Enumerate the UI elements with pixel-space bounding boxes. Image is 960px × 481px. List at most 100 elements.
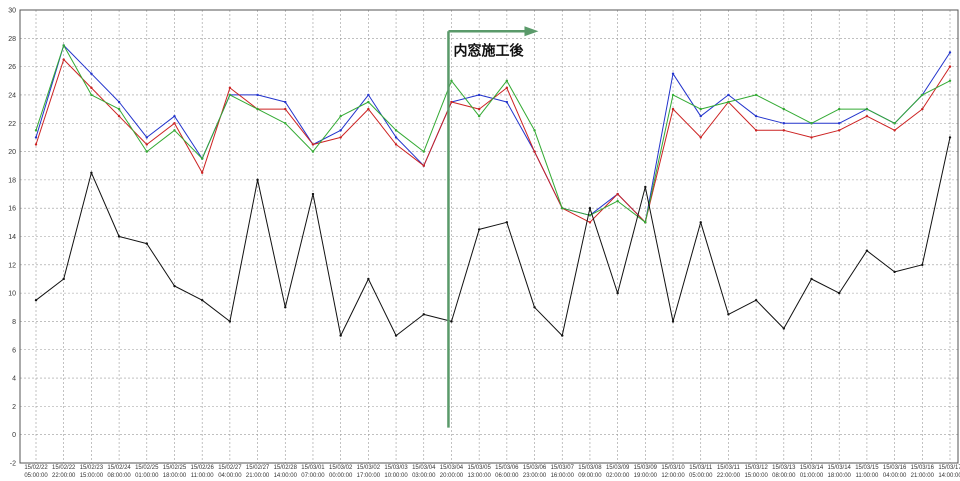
x-tick-label-time: 08:00:00 [772, 473, 796, 479]
x-tick-label-time: 10:00:00 [384, 473, 408, 479]
data-point [90, 171, 93, 174]
data-point [173, 114, 176, 118]
data-point [754, 299, 758, 302]
x-tick-label-date: 15/02/23 [80, 465, 104, 471]
x-tick-label-time: 08:00:00 [107, 473, 131, 479]
x-tick-label-time: 04:00:00 [218, 473, 242, 479]
x-tick-label-time: 14:00:00 [938, 473, 960, 479]
data-point [671, 107, 675, 111]
data-point [865, 249, 869, 252]
data-point [228, 320, 232, 323]
data-point [117, 114, 121, 118]
data-point [228, 93, 232, 97]
data-point [505, 100, 509, 104]
y-tick-label: 2 [12, 404, 16, 411]
x-tick-label-date: 15/03/14 [828, 465, 852, 471]
x-tick-label-time: 06:00:00 [495, 473, 519, 479]
data-point [34, 143, 38, 146]
x-tick-label-date: 15/03/13 [772, 465, 796, 471]
data-point [533, 150, 536, 153]
x-tick-label-date: 15/03/01 [301, 465, 325, 471]
x-tick-label-time: 07:00:00 [301, 473, 325, 479]
data-point [616, 199, 619, 203]
x-tick-label-date: 15/02/25 [135, 465, 159, 471]
data-point [921, 107, 924, 111]
data-point [838, 129, 841, 132]
data-point [948, 136, 952, 139]
data-point [533, 129, 536, 132]
data-point [505, 86, 509, 90]
data-point [173, 122, 176, 125]
data-point [311, 143, 315, 146]
data-point [505, 221, 509, 224]
y-tick-label: 8 [12, 319, 16, 326]
data-point [616, 291, 619, 295]
data-point [561, 334, 564, 337]
x-tick-label-date: 15/02/28 [274, 465, 298, 471]
data-point [34, 136, 38, 139]
data-point [644, 221, 647, 224]
data-point [450, 100, 453, 104]
data-point [533, 306, 536, 309]
data-point [367, 107, 370, 111]
data-point [367, 277, 370, 281]
data-point [394, 143, 398, 146]
data-point [145, 242, 148, 245]
x-tick-label-date: 15/03/09 [606, 465, 630, 471]
data-point [948, 51, 952, 54]
x-tick-label-date: 15/03/14 [800, 465, 824, 471]
data-point [727, 100, 730, 104]
data-point [173, 129, 176, 132]
data-point [948, 65, 952, 68]
data-point [893, 270, 896, 274]
data-point [62, 44, 65, 47]
x-tick-label-date: 15/02/25 [163, 465, 187, 471]
data-point [477, 93, 481, 97]
data-point [117, 107, 121, 111]
x-tick-label-time: 14:00:00 [274, 473, 298, 479]
x-tick-label-time: 18:00:00 [828, 473, 852, 479]
data-point [339, 334, 342, 337]
data-point [311, 150, 315, 153]
x-tick-label-date: 15/03/05 [467, 465, 491, 471]
data-point [810, 277, 813, 281]
y-tick-label: 12 [8, 262, 16, 269]
y-tick-label: 6 [12, 347, 16, 354]
data-point [588, 214, 592, 217]
data-point [422, 313, 425, 316]
data-point [145, 150, 148, 153]
x-tick-label-time: 16:00:00 [551, 473, 575, 479]
x-tick-label-date: 15/03/06 [495, 465, 519, 471]
x-tick-label-time: 12:00:00 [661, 473, 685, 479]
data-point [477, 107, 481, 111]
data-point [256, 178, 259, 182]
y-tick-label: 16 [8, 206, 16, 213]
data-point [284, 122, 287, 125]
data-point [90, 72, 93, 75]
y-tick-label: 10 [8, 291, 16, 298]
data-point [893, 122, 896, 125]
data-point [173, 284, 176, 288]
data-point [200, 171, 204, 174]
data-point [505, 79, 509, 82]
data-point [284, 107, 287, 111]
y-tick-label: 28 [8, 36, 16, 43]
x-tick-label-time: 03:00:00 [412, 473, 436, 479]
x-tick-label-time: 22:00:00 [52, 473, 76, 479]
data-point [394, 334, 398, 337]
data-point [588, 206, 592, 210]
data-point [367, 93, 370, 97]
data-point [477, 228, 481, 231]
chart-background [0, 0, 960, 481]
data-point [311, 192, 315, 196]
x-tick-label-date: 15/02/24 [107, 465, 131, 471]
data-point [865, 114, 869, 118]
x-tick-label-time: 15:00:00 [744, 473, 768, 479]
y-tick-label: 30 [8, 8, 16, 15]
x-tick-label-time: 15:00:00 [80, 473, 104, 479]
data-point [699, 114, 702, 118]
x-tick-label-date: 15/02/22 [24, 465, 48, 471]
data-point [256, 107, 259, 111]
data-point [754, 93, 758, 97]
data-point [838, 107, 841, 111]
